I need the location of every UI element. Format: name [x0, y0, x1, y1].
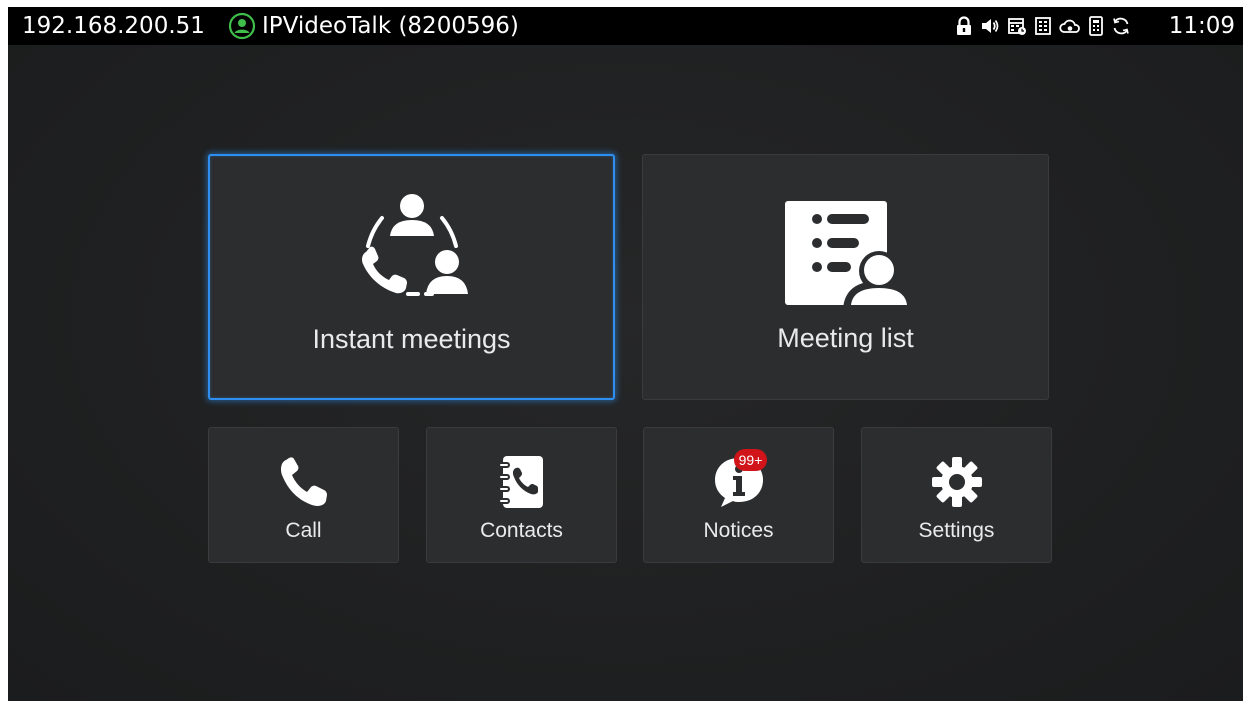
meeting-people-icon [342, 190, 482, 314]
lock-icon [955, 16, 973, 36]
keypad-icon [1034, 16, 1052, 36]
speaker-icon [980, 16, 1000, 36]
calendar-icon [1007, 16, 1027, 36]
sync-icon [1111, 16, 1131, 36]
settings-tile[interactable]: Settings [861, 427, 1052, 563]
notices-tile[interactable]: 99+ Notices [643, 427, 834, 563]
gear-icon [929, 454, 985, 514]
instant-meetings-tile[interactable]: Instant meetings [208, 154, 615, 400]
meeting-list-icon [781, 197, 913, 313]
contacts-book-icon [494, 454, 550, 514]
home-screen: 192.168.200.51 IPVideoTalk (8200596) 11:… [8, 7, 1243, 701]
phone-icon [276, 454, 332, 514]
call-label: Call [285, 519, 322, 542]
status-icons [955, 16, 1131, 36]
remote-icon [1088, 16, 1104, 36]
instant-meetings-label: Instant meetings [312, 324, 511, 354]
account-name: IPVideoTalk (8200596) [262, 13, 519, 39]
account-status-icon [228, 12, 256, 40]
meeting-list-label: Meeting list [777, 323, 914, 353]
ip-address: 192.168.200.51 [22, 13, 205, 39]
call-tile[interactable]: Call [208, 427, 399, 563]
status-bar: 192.168.200.51 IPVideoTalk (8200596) 11:… [8, 7, 1243, 45]
contacts-label: Contacts [480, 519, 563, 542]
notices-badge: 99+ [734, 449, 767, 471]
contacts-tile[interactable]: Contacts [426, 427, 617, 563]
clock: 11:09 [1168, 13, 1235, 39]
notices-label: Notices [703, 519, 774, 542]
cloud-icon [1059, 16, 1081, 36]
settings-label: Settings [918, 519, 995, 542]
meeting-list-tile[interactable]: Meeting list [642, 154, 1049, 400]
